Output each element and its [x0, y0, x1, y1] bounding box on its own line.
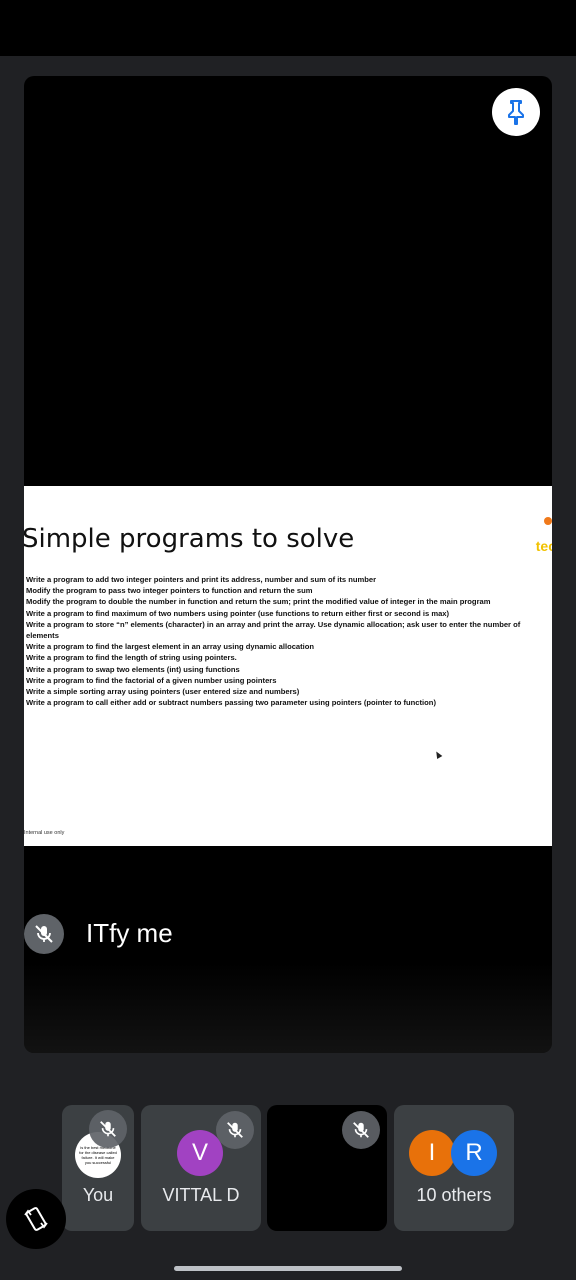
home-indicator[interactable] — [174, 1266, 402, 1271]
slide-item: Write a program to find the factorial of… — [26, 675, 277, 685]
mic-off-icon — [89, 1110, 127, 1148]
avatar: V — [177, 1130, 223, 1176]
slide-item: Write a simple sorting array using point… — [26, 687, 300, 697]
participant-name: 10 others — [416, 1185, 492, 1205]
slide-item: elements — [26, 631, 59, 641]
slide-item: Write a program to find the largest elem… — [26, 642, 315, 652]
participant-name: You — [82, 1185, 114, 1205]
rotate-screen-button[interactable] — [6, 1189, 66, 1249]
mic-off-icon — [216, 1111, 254, 1149]
main-video-tile[interactable]: Simple programs to solve tec Write a pro… — [24, 76, 552, 1053]
slide-logo: tec — [535, 538, 552, 554]
slide-item: Write a program to call either add or su… — [26, 698, 436, 708]
logo-dot — [544, 517, 552, 525]
slide-footer: Internal use only — [24, 830, 65, 836]
participant-name: VITTAL D — [162, 1185, 240, 1205]
pin-icon — [508, 100, 524, 125]
slide-list: Write a program to add two integer point… — [26, 574, 552, 708]
rotate-screen-icon — [24, 1207, 48, 1231]
mic-off-icon — [342, 1111, 380, 1149]
slide-item: Write a program to store “n” elements (c… — [26, 619, 521, 629]
slide-item: Modify the program to pass two integer p… — [26, 586, 313, 596]
slide-item: Write a program to swap two elements (in… — [26, 664, 240, 674]
participant-tile-you[interactable]: is the best medicine for the disease cal… — [62, 1105, 134, 1231]
slide-item: Write a program to add two integer point… — [26, 575, 377, 584]
speaker-bar — [24, 963, 552, 1053]
slide-title: Simple programs to solve — [24, 524, 355, 554]
slide-item: Write a program to find the length of st… — [26, 653, 237, 663]
participant-tile-others[interactable]: I R 10 others — [394, 1105, 514, 1231]
slide-item: Modify the program to double the number … — [26, 597, 491, 607]
avatar: R — [451, 1130, 497, 1176]
speaker-mic-off-icon — [24, 914, 64, 954]
avatar: I — [409, 1130, 455, 1176]
participant-tile-vittal[interactable]: V VITTAL D — [141, 1105, 261, 1231]
pin-button[interactable] — [492, 88, 540, 136]
mouse-cursor-icon — [433, 749, 443, 760]
slide-item: Write a program to find maximum of two n… — [26, 608, 450, 618]
participant-tile-video[interactable] — [267, 1105, 387, 1231]
shared-slide: Simple programs to solve tec Write a pro… — [24, 486, 552, 846]
speaker-name: ITfy me — [86, 918, 173, 948]
status-bar — [0, 0, 576, 56]
